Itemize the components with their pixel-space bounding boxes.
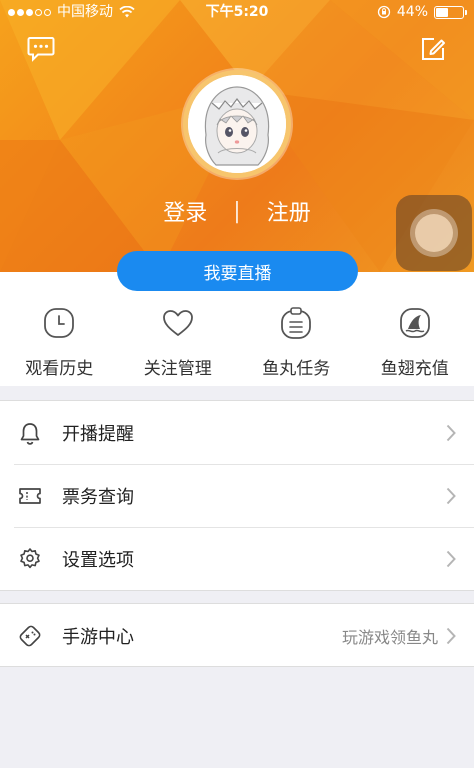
heart-icon: [162, 310, 193, 336]
status-bar: 中国移动 下午5:20 44%: [0, 0, 474, 24]
menu-label: 设置选项: [62, 549, 134, 571]
edit-icon: [422, 38, 445, 60]
settings-menu: 开播提醒 票务查询 设置选项: [0, 400, 474, 591]
quick-sharkfin-recharge[interactable]: 鱼翅充值: [356, 272, 474, 386]
ticket-icon: [19, 487, 41, 504]
chevron-right-icon: [446, 487, 456, 504]
register-link[interactable]: 注册: [267, 195, 311, 227]
quick-label: 观看历史: [25, 359, 94, 379]
avatar[interactable]: [183, 70, 291, 178]
menu-label: 手游中心: [62, 626, 134, 648]
clock-icon: [44, 308, 75, 338]
menu-label: 开播提醒: [62, 423, 134, 445]
message-icon: [27, 37, 55, 62]
battery-icon: [434, 5, 467, 19]
gear-icon: [20, 547, 40, 568]
menu-item-game-center[interactable]: 手游中心 玩游戏领鱼丸: [0, 604, 474, 667]
chevron-right-icon: [446, 627, 456, 644]
auth-separator: |: [233, 198, 241, 224]
login-link[interactable]: 登录: [163, 195, 207, 227]
go-live-button[interactable]: 我要直播: [117, 251, 358, 291]
game-center-subtitle: 玩游戏领鱼丸: [341, 627, 438, 647]
quick-label: 鱼翅充值: [380, 359, 449, 379]
battery-percent: 44%: [396, 4, 428, 20]
gamepad-icon: [19, 625, 41, 646]
edit-button[interactable]: [418, 34, 448, 64]
menu-item-settings[interactable]: 设置选项: [0, 527, 474, 590]
shark-fin-icon: [399, 308, 430, 338]
chevron-right-icon: [446, 550, 456, 567]
avatar-illustration: [188, 75, 286, 173]
quick-watch-history[interactable]: 观看历史: [0, 272, 119, 386]
menu-item-live-reminder[interactable]: 开播提醒: [0, 401, 474, 464]
assistive-touch-button[interactable]: [396, 195, 472, 271]
task-clipboard-icon: [281, 307, 312, 339]
quick-label: 关注管理: [143, 359, 212, 379]
menu-item-ticket-query[interactable]: 票务查询: [0, 464, 474, 527]
quick-label: 鱼丸任务: [262, 359, 331, 379]
menu-label: 票务查询: [62, 486, 134, 508]
chevron-right-icon: [446, 424, 456, 441]
orientation-lock-icon: [377, 5, 391, 19]
game-center-section: 手游中心 玩游戏领鱼丸: [0, 603, 474, 667]
bell-icon: [20, 422, 40, 445]
message-button[interactable]: [26, 34, 56, 64]
